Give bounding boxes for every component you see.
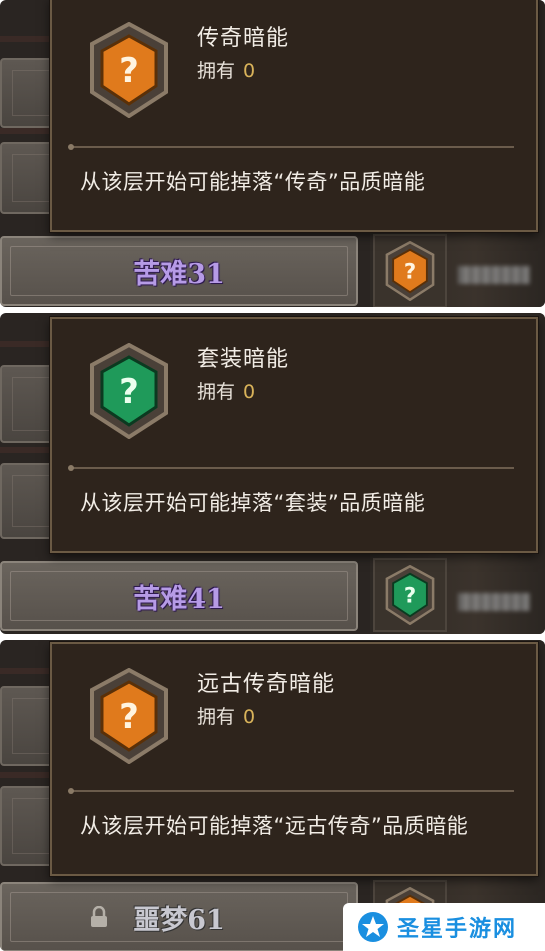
legendary-gem-icon: ? — [90, 22, 168, 118]
gem-slot[interactable]: ? — [373, 234, 447, 307]
set-gem-icon: ? — [385, 565, 435, 625]
blurred-label — [458, 266, 530, 284]
owned-label: 拥有 — [197, 60, 236, 82]
svg-text:?: ? — [119, 51, 139, 91]
owned-label: 拥有 — [197, 706, 236, 728]
separator — [68, 788, 514, 794]
tooltip-legendary: ? 传奇暗能 拥有 0 从该层开始可能掉落“传奇”品质暗能 — [50, 0, 538, 232]
legendary-panel: 苦难31 ? ? 传奇暗能 拥有 0 从该层开始可能掉落“传奇”品质暗能 — [0, 0, 545, 307]
lock-icon — [91, 906, 107, 927]
legendary-gem-icon: ? — [385, 241, 435, 301]
floor-button[interactable]: 噩梦61 — [0, 882, 358, 951]
svg-text:?: ? — [119, 372, 139, 412]
tooltip-description: 从该层开始可能掉落“远古传奇”品质暗能 — [80, 814, 469, 838]
tooltip-set: ? 套装暗能 拥有 0 从该层开始可能掉落“套装”品质暗能 — [50, 317, 538, 553]
floor-button[interactable]: 苦难41 — [0, 561, 358, 631]
tooltip-title: 传奇暗能 — [197, 26, 290, 51]
watermark: 圣星手游网 — [343, 903, 545, 951]
gem-slot[interactable]: ? — [373, 558, 447, 632]
floor-button[interactable]: 苦难31 — [0, 236, 358, 306]
owned-value: 0 — [243, 60, 256, 82]
tooltip-title: 远古传奇暗能 — [197, 672, 336, 697]
svg-text:?: ? — [119, 697, 139, 737]
ancient-legendary-gem-icon: ? — [90, 668, 168, 764]
set-gem-icon: ? — [90, 343, 168, 439]
separator — [68, 144, 514, 150]
owned-label: 拥有 — [197, 381, 236, 403]
owned-value: 0 — [243, 381, 256, 403]
separator — [68, 465, 514, 471]
blurred-label — [458, 593, 530, 611]
tooltip-description: 从该层开始可能掉落“传奇”品质暗能 — [80, 170, 426, 194]
set-panel: 苦难41 ? ? 套装暗能 拥有 0 从该层开始可能掉落“套装”品质暗能 — [0, 313, 545, 634]
owned-value: 0 — [243, 706, 256, 728]
tooltip-description: 从该层开始可能掉落“套装”品质暗能 — [80, 491, 426, 515]
owned-count: 拥有 0 — [197, 56, 255, 83]
owned-count: 拥有 0 — [197, 702, 255, 729]
svg-text:?: ? — [404, 260, 416, 285]
owned-count: 拥有 0 — [197, 377, 255, 404]
svg-text:?: ? — [404, 584, 416, 609]
watermark-logo-icon — [358, 912, 388, 942]
tooltip-title: 套装暗能 — [197, 347, 290, 372]
floor-label: 噩梦61 — [133, 904, 225, 936]
watermark-text: 圣星手游网 — [397, 917, 518, 942]
tooltip-ancient-legendary: ? 远古传奇暗能 拥有 0 从该层开始可能掉落“远古传奇”品质暗能 — [50, 642, 538, 876]
floor-label: 苦难31 — [133, 258, 225, 290]
floor-label: 苦难41 — [133, 583, 225, 615]
